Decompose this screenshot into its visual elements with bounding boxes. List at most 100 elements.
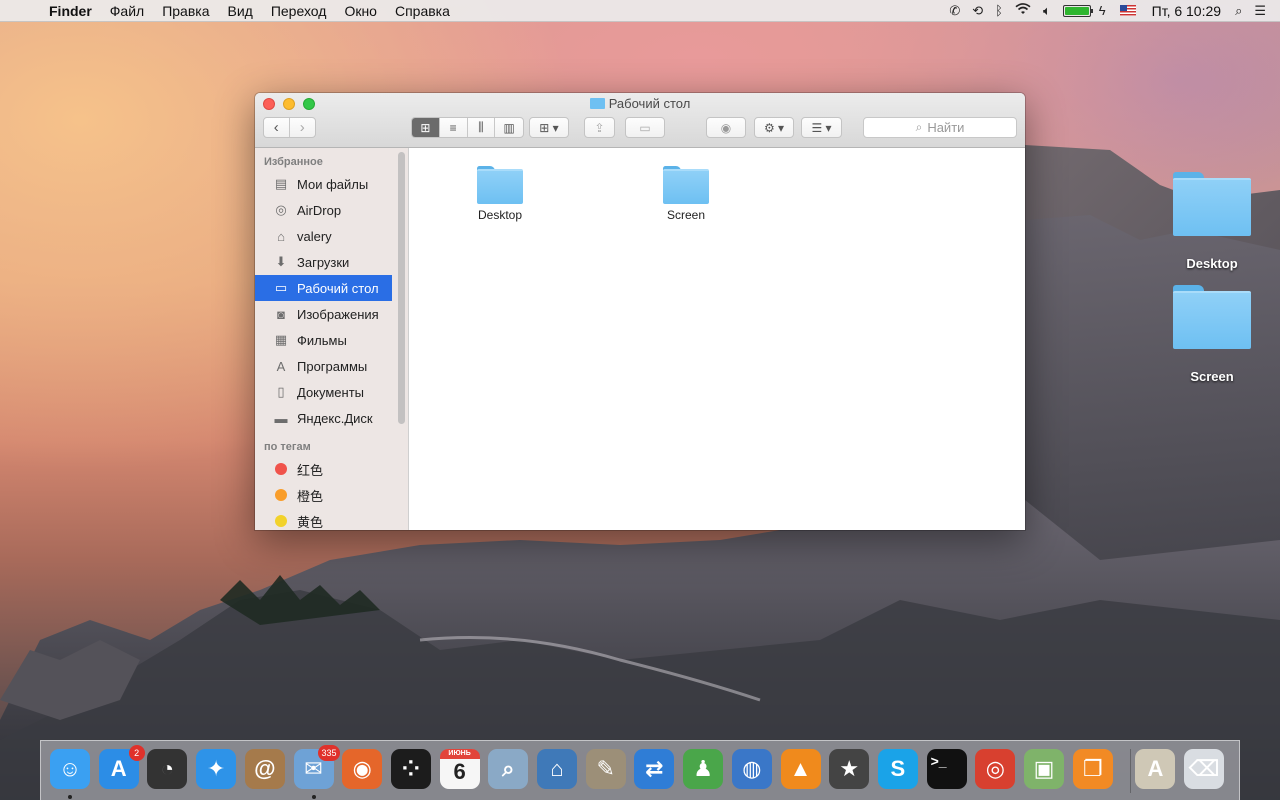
dock-app-glyph: S [890,756,906,781]
sidebar-item-applications[interactable]: A Программы [255,353,408,379]
app-store-icon[interactable]: A2 [98,745,145,789]
menu-edit[interactable]: Правка [153,0,218,22]
globe-app-icon[interactable]: ◍ [731,749,772,789]
input-source-flag-icon[interactable] [1119,5,1136,16]
gimp-icon[interactable]: ✎ [585,749,626,789]
dock-app-glyph: @ [254,756,276,781]
sidebar-tags-header: по тегам [264,441,311,453]
sidebar-item-label: valery [297,228,332,244]
bluetooth-icon[interactable]: ᛒ [989,0,1009,22]
sidebar-item-movies[interactable]: ▦ Фильмы [255,327,408,353]
chrome-icon[interactable]: ◎ [975,749,1016,789]
network-app-icon[interactable]: ⌂ [537,749,577,789]
applications-folder-icon[interactable]: A [1135,749,1176,789]
menu-file[interactable]: Файл [101,0,153,22]
sidebar-item-label: 红色 [297,462,324,478]
dock-app-glyph: ♟ [693,756,713,781]
menu-go[interactable]: Переход [262,0,336,22]
teamviewer-icon[interactable]: ⇄ [634,749,675,789]
notification-center-icon[interactable]: ☰ [1248,0,1280,22]
column-view-button[interactable]: ⫼ [468,118,496,137]
sort-button[interactable]: ☰ ▾ [801,117,842,138]
sidebar-item-airdrop[interactable]: ◎ AirDrop [255,197,408,223]
list-view-button[interactable]: ≡ [440,118,468,137]
file-browser-content[interactable]: Desktop Screen [409,148,1025,530]
quick-look-button[interactable]: ◉ [706,117,746,138]
share-button[interactable]: ⇪ [584,117,615,138]
dashboard-icon[interactable]: ◔ [147,749,188,789]
trash-icon[interactable]: ⌫ [1184,749,1225,789]
file-item-screen[interactable]: Screen [636,166,736,222]
arrange-button[interactable]: ⊞ ▾ [529,117,569,138]
dock-app-glyph: ⇄ [645,756,664,781]
action-gear-button[interactable]: ⚙ ▾ [754,117,794,138]
sidebar-item-home[interactable]: ⌂ valery [255,223,408,249]
time-machine-icon[interactable]: ⟲ [966,0,989,22]
search-field[interactable]: ⌕ Найти [863,117,1017,138]
dock-app-glyph: >_ [930,753,947,769]
preview-icon[interactable]: ⌕ [488,749,529,789]
window-titlebar[interactable]: Рабочий стол ‹ › ⊞ ≡ ⫼ ▥ ⊞ ▾ ⇪ ▭ ◉ ⚙ ▾ ☰… [255,93,1025,148]
menu-window[interactable]: Окно [335,0,386,22]
dock-app-glyph: ☺ [58,756,82,781]
contacts-icon[interactable]: @ [244,749,285,789]
menu-bar: Finder Файл Правка Вид Переход Окно Спра… [0,0,1280,22]
tags-button[interactable]: ▭ [625,117,665,138]
dock-app-glyph: ◎ [985,756,1005,781]
sidebar-item-label: Документы [297,384,365,400]
sidebar-tag-red[interactable]: 红色 [255,456,408,482]
dock-app-glyph: ✦ [206,756,226,781]
sidebar-tag-yellow[interactable]: 黄色 [255,508,408,530]
sidebar-item-desktop[interactable]: ▭ Рабочий стол [255,275,392,301]
finder-icon[interactable]: ☺ [50,749,90,789]
calendar-icon[interactable]: ИЮНЬ 6 [439,749,480,789]
file-item-label: Desktop [477,208,523,222]
menu-help[interactable]: Справка [386,0,459,22]
terminal-icon[interactable]: >_ [926,749,967,789]
icon-view-button[interactable]: ⊞ [412,118,440,137]
phone-icon[interactable]: ✆ [943,0,966,22]
sidebar-tag-orange[interactable]: 橙色 [255,482,408,508]
sidebar-item-downloads[interactable]: ⬇ Загрузки [255,249,408,275]
spotlight-search-icon[interactable]: ⌕ [1229,0,1248,22]
battery-icon[interactable] [1062,4,1093,17]
ibooks-icon[interactable]: ❐ [1072,749,1113,789]
coverflow-view-button[interactable]: ▥ [495,118,523,137]
forward-button[interactable]: › [290,118,315,137]
safari-icon[interactable]: ✦ [196,749,237,789]
sidebar-item-label: Мои файлы [297,176,369,192]
back-button[interactable]: ‹ [264,118,290,137]
menu-view[interactable]: Вид [219,0,262,22]
tag-color-dot [275,463,287,475]
desktop-item-desktop[interactable]: Desktop [1162,172,1262,271]
sidebar-item-label: Фильмы [297,332,347,348]
wifi-icon[interactable] [1009,0,1037,22]
blackberry-icon[interactable]: ⁘ [390,749,431,789]
sidebar-item-all-files[interactable]: ▤ Мои файлы [255,171,408,197]
dock-app-glyph: 6 [453,759,466,784]
photo-app-icon[interactable]: ▣ [1024,749,1064,789]
desktop-icon: ▭ [274,280,288,295]
imovie-icon[interactable]: ★ [829,749,870,789]
menu-app-name[interactable]: Finder [40,0,101,22]
firefox-icon[interactable]: ◉ [342,749,383,789]
sidebar-item-pictures[interactable]: ◙ Изображения [255,301,408,327]
volume-icon[interactable]: 🔈︎ [1037,0,1057,22]
file-item-desktop[interactable]: Desktop [450,166,550,222]
tag-dot-icon [273,461,289,477]
sidebar-item-yandex-disk[interactable]: ▬ Яндекс.Диск [255,405,408,431]
desktop-item-screen[interactable]: Screen [1162,285,1262,384]
dock-app-glyph: A [110,756,127,781]
sidebar-scrollbar[interactable] [398,152,405,424]
sidebar-item-documents[interactable]: ▯ Документы [255,379,408,405]
dock-app-glyph: ◔ [160,756,175,781]
vlc-icon[interactable]: ▲ [780,749,821,789]
mail-icon[interactable]: ✉ 335 [293,745,340,789]
applications-icon: A [276,358,286,374]
clock[interactable]: Пт, 6 10:29 [1144,0,1229,22]
documents-icon: ▯ [277,384,285,399]
android-icon[interactable]: ♟ [683,749,724,789]
search-icon: ⌕ [915,120,923,134]
camera-icon: ◙ [277,306,285,322]
skype-icon[interactable]: S [877,749,918,789]
